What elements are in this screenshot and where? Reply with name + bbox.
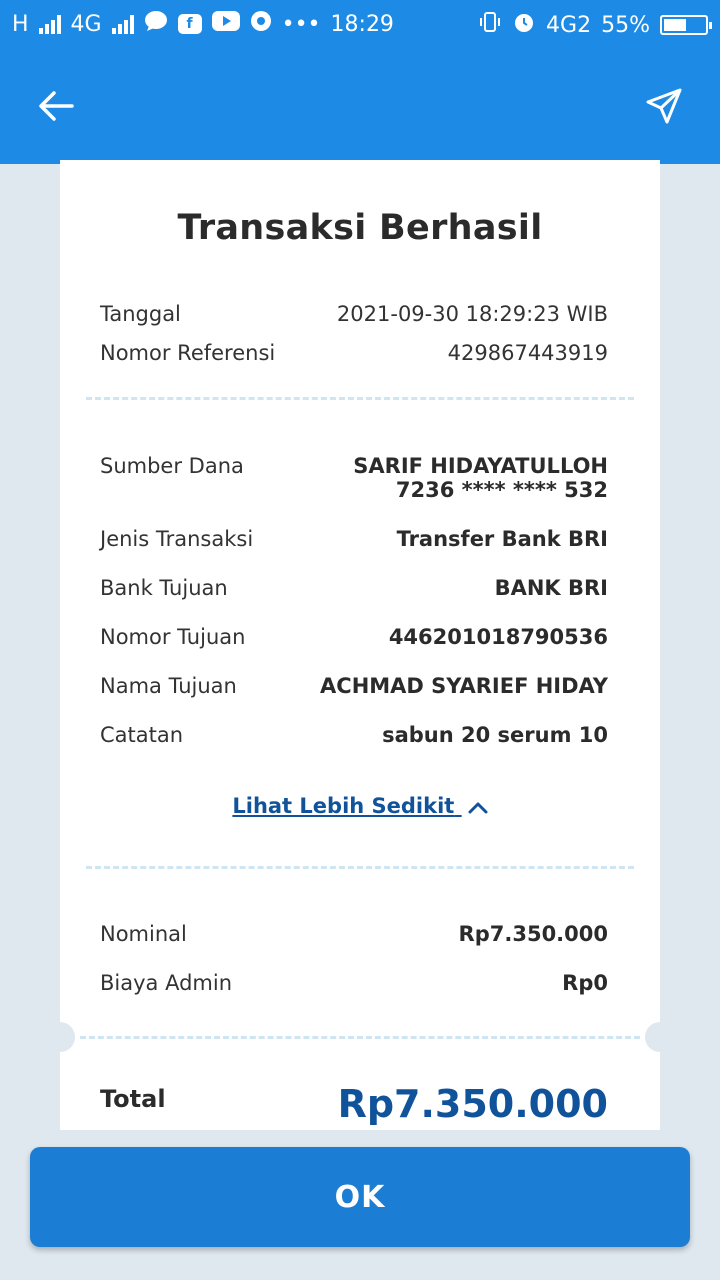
- total-value: Rp7.350.000: [337, 1082, 608, 1126]
- row-nominal: Nominal Rp7.350.000: [100, 922, 608, 946]
- status-bar-right: 4G2 55%: [478, 10, 712, 40]
- row-referensi: Nomor Referensi 429867443919: [100, 341, 608, 365]
- chrome-icon: [250, 10, 272, 38]
- status-bar-left: H 4G f ••• 18:29: [12, 10, 394, 38]
- app-bar: [0, 50, 720, 164]
- row-bank-tujuan: Bank Tujuan BANK BRI: [100, 576, 608, 600]
- referensi-label: Nomor Referensi: [100, 341, 276, 365]
- jenis-label: Jenis Transaksi: [100, 527, 254, 551]
- row-biaya-admin: Biaya Admin Rp0: [100, 971, 608, 995]
- divider: [86, 397, 634, 400]
- divider: [86, 866, 634, 869]
- ok-button[interactable]: OK: [30, 1147, 690, 1247]
- status-bar: H 4G f ••• 18:29 4G2 55%: [0, 0, 720, 50]
- show-less-label: Lihat Lebih Sedikit: [232, 794, 455, 818]
- send-icon: [646, 88, 682, 124]
- row-catatan: Catatan sabun 20 serum 10: [100, 723, 608, 747]
- network-type-label: 4G: [70, 11, 102, 37]
- chevron-up-icon: [468, 802, 488, 814]
- row-nomor-tujuan: Nomor Tujuan 446201018790536: [100, 625, 608, 649]
- nominal-label: Nominal: [100, 922, 187, 946]
- network-label: H: [12, 11, 29, 37]
- sumber-name: SARIF HIDAYATULLOH: [353, 454, 608, 478]
- network-type-right: 4G2: [546, 12, 592, 38]
- tanggal-label: Tanggal: [100, 302, 181, 326]
- battery-level: [664, 19, 686, 31]
- sumber-value: SARIF HIDAYATULLOH 7236 **** **** 532: [353, 454, 608, 502]
- referensi-value: 429867443919: [447, 341, 608, 365]
- share-button[interactable]: [638, 80, 690, 132]
- dots-label: •••: [281, 11, 321, 37]
- message-icon: [144, 10, 168, 38]
- clock: 18:29: [330, 11, 394, 37]
- battery-percent: 55%: [601, 12, 650, 38]
- youtube-icon: [211, 11, 240, 37]
- receipt-notch-right: [645, 1022, 675, 1052]
- divider: [80, 1036, 640, 1039]
- nomor-tujuan-value: 446201018790536: [388, 625, 608, 649]
- biaya-value: Rp0: [562, 971, 608, 995]
- arrow-left-icon: [39, 91, 74, 121]
- battery-icon: [660, 15, 712, 35]
- catatan-value: sabun 20 serum 10: [382, 723, 608, 747]
- back-button[interactable]: [30, 80, 82, 132]
- nominal-value: Rp7.350.000: [458, 922, 608, 946]
- catatan-label: Catatan: [100, 723, 184, 747]
- page-title: Transaksi Berhasil: [177, 208, 543, 248]
- signal-bars-icon: [111, 14, 134, 34]
- facebook-icon: f: [177, 14, 202, 34]
- row-jenis-transaksi: Jenis Transaksi Transfer Bank BRI: [100, 527, 608, 551]
- nomor-tujuan-label: Nomor Tujuan: [100, 625, 246, 649]
- nama-tujuan-label: Nama Tujuan: [100, 674, 237, 698]
- show-less-link[interactable]: Lihat Lebih Sedikit: [60, 794, 660, 818]
- bank-label: Bank Tujuan: [100, 576, 228, 600]
- jenis-value: Transfer Bank BRI: [396, 527, 608, 551]
- biaya-label: Biaya Admin: [100, 971, 233, 995]
- sumber-label: Sumber Dana: [100, 454, 244, 478]
- alarm-icon: [512, 10, 536, 40]
- receipt-notch-left: [45, 1022, 75, 1052]
- vibrate-icon: [478, 11, 502, 39]
- row-sumber-dana: Sumber Dana SARIF HIDAYATULLOH 7236 ****…: [100, 454, 608, 502]
- total-label: Total: [100, 1085, 166, 1113]
- signal-bars-icon: [38, 14, 61, 34]
- tanggal-value: 2021-09-30 18:29:23 WIB: [336, 302, 608, 326]
- row-nama-tujuan: Nama Tujuan ACHMAD SYARIEF HIDAY: [100, 674, 608, 698]
- receipt-card: Transaksi Berhasil Tanggal 2021-09-30 18…: [45, 160, 675, 1130]
- nama-tujuan-value: ACHMAD SYARIEF HIDAY: [320, 674, 608, 698]
- sumber-account: 7236 **** **** 532: [395, 478, 608, 502]
- row-tanggal: Tanggal 2021-09-30 18:29:23 WIB: [100, 302, 608, 326]
- bank-value: BANK BRI: [494, 576, 608, 600]
